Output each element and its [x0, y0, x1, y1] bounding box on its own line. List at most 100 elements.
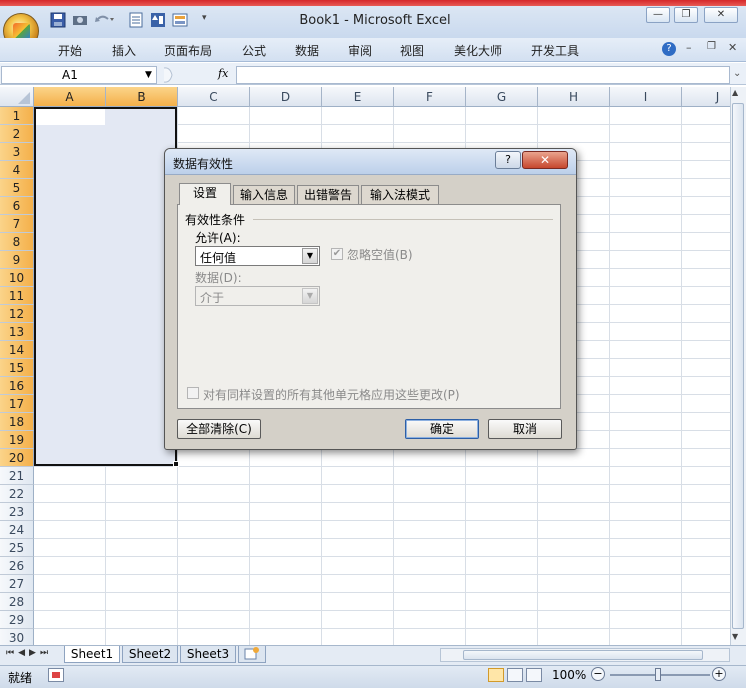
active-cell[interactable]	[36, 109, 105, 125]
tab-view[interactable]: 视图	[400, 42, 424, 59]
page-layout-view-icon[interactable]	[507, 668, 523, 682]
row-header-21[interactable]: 21	[0, 467, 34, 485]
form-icon[interactable]	[128, 12, 144, 28]
tab-beautify-master[interactable]: 美化大师	[454, 42, 502, 59]
row-header-18[interactable]: 18	[0, 413, 34, 431]
row-header-15[interactable]: 15	[0, 359, 34, 377]
sheet-tab-1[interactable]: Sheet1	[64, 646, 120, 663]
sort-icon[interactable]	[150, 12, 166, 28]
zoom-in-icon[interactable]: +	[712, 667, 726, 681]
column-header-e[interactable]: E	[322, 87, 394, 107]
scroll-up-icon[interactable]: ▲	[732, 88, 738, 97]
clear-all-button[interactable]: 全部清除(C)	[177, 419, 261, 439]
cancel-button[interactable]: 取消	[488, 419, 562, 439]
row-header-12[interactable]: 12	[0, 305, 34, 323]
chevron-down-icon[interactable]: ▼	[302, 288, 318, 304]
tab-settings[interactable]: 设置	[179, 183, 231, 205]
vertical-scroll-thumb[interactable]	[732, 103, 744, 629]
save-icon[interactable]	[50, 12, 66, 28]
insert-function-icon[interactable]: fx	[218, 67, 228, 80]
tab-page-layout[interactable]: 页面布局	[164, 42, 212, 59]
row-header-19[interactable]: 19	[0, 431, 34, 449]
chevron-down-icon[interactable]: ▼	[302, 248, 318, 264]
row-header-4[interactable]: 4	[0, 161, 34, 179]
row-header-17[interactable]: 17	[0, 395, 34, 413]
ribbon-minimize-icon[interactable]: –	[686, 41, 692, 54]
horizontal-scrollbar[interactable]	[440, 648, 730, 662]
row-header-6[interactable]: 6	[0, 197, 34, 215]
data-select[interactable]: 介于 ▼	[195, 286, 320, 306]
row-header-13[interactable]: 13	[0, 323, 34, 341]
column-header-f[interactable]: F	[394, 87, 466, 107]
row-header-10[interactable]: 10	[0, 269, 34, 287]
select-all-corner[interactable]	[0, 87, 34, 107]
row-header-29[interactable]: 29	[0, 611, 34, 629]
quick-access-icon[interactable]	[172, 12, 188, 28]
expand-formula-icon[interactable]: ⌄	[733, 68, 741, 79]
row-header-30[interactable]: 30	[0, 629, 34, 645]
column-header-h[interactable]: H	[538, 87, 610, 107]
row-header-20[interactable]: 20	[0, 449, 34, 467]
tab-home[interactable]: 开始	[58, 42, 82, 59]
print-preview-icon[interactable]	[72, 12, 88, 28]
chevron-down-icon[interactable]: ▼	[145, 70, 152, 80]
page-break-view-icon[interactable]	[526, 668, 542, 682]
dialog-help-button[interactable]: ?	[495, 151, 521, 169]
sheet-nav-icon[interactable]: ⏮◀▶⏭	[6, 648, 52, 658]
sheet-tab-2[interactable]: Sheet2	[122, 646, 178, 663]
row-header-25[interactable]: 25	[0, 539, 34, 557]
ribbon-restore-icon[interactable]: ❐	[707, 41, 716, 52]
row-header-23[interactable]: 23	[0, 503, 34, 521]
zoom-slider-thumb[interactable]	[655, 668, 661, 681]
row-header-8[interactable]: 8	[0, 233, 34, 251]
column-header-c[interactable]: C	[178, 87, 250, 107]
insert-sheet-icon[interactable]	[238, 646, 266, 663]
tab-insert[interactable]: 插入	[112, 42, 136, 59]
tab-developer[interactable]: 开发工具	[531, 42, 579, 59]
ok-button[interactable]: 确定	[405, 419, 479, 439]
dialog-close-button[interactable]: ✕	[522, 151, 568, 169]
row-header-28[interactable]: 28	[0, 593, 34, 611]
row-header-2[interactable]: 2	[0, 125, 34, 143]
row-header-7[interactable]: 7	[0, 215, 34, 233]
minimize-button[interactable]: —	[646, 7, 670, 23]
fill-handle[interactable]	[173, 461, 179, 467]
scroll-down-icon[interactable]: ▼	[732, 632, 738, 641]
allow-select[interactable]: 任何值 ▼	[195, 246, 320, 266]
column-header-g[interactable]: G	[466, 87, 538, 107]
apply-all-checkbox[interactable]	[187, 387, 199, 399]
row-header-14[interactable]: 14	[0, 341, 34, 359]
column-header-j[interactable]: J	[682, 87, 730, 107]
row-header-5[interactable]: 5	[0, 179, 34, 197]
horizontal-scroll-thumb[interactable]	[463, 650, 703, 660]
customize-qat-icon[interactable]: ▾	[202, 13, 207, 23]
help-icon[interactable]: ?	[662, 42, 676, 56]
close-window-button[interactable]: ✕	[704, 7, 738, 23]
tab-review[interactable]: 审阅	[348, 42, 372, 59]
normal-view-icon[interactable]	[488, 668, 504, 682]
row-header-24[interactable]: 24	[0, 521, 34, 539]
zoom-out-icon[interactable]: −	[591, 667, 605, 681]
zoom-level[interactable]: 100%	[552, 668, 586, 682]
column-header-d[interactable]: D	[250, 87, 322, 107]
row-header-9[interactable]: 9	[0, 251, 34, 269]
tab-formulas[interactable]: 公式	[242, 42, 266, 59]
tab-data[interactable]: 数据	[295, 42, 319, 59]
row-header-22[interactable]: 22	[0, 485, 34, 503]
row-header-3[interactable]: 3	[0, 143, 34, 161]
column-header-a[interactable]: A	[34, 87, 106, 107]
row-header-1[interactable]: 1	[0, 107, 34, 125]
selected-range[interactable]	[34, 107, 177, 466]
tab-input-message[interactable]: 输入信息	[233, 185, 295, 204]
macro-record-icon[interactable]	[48, 668, 64, 682]
column-header-b[interactable]: B	[106, 87, 178, 107]
formula-input[interactable]	[236, 66, 730, 84]
sheet-tab-3[interactable]: Sheet3	[180, 646, 236, 663]
row-header-26[interactable]: 26	[0, 557, 34, 575]
row-header-16[interactable]: 16	[0, 377, 34, 395]
ribbon-close-icon[interactable]: ✕	[728, 41, 737, 54]
undo-icon[interactable]	[94, 12, 114, 28]
ignore-blank-checkbox[interactable]: ✔	[331, 248, 343, 260]
tab-ime-mode[interactable]: 输入法模式	[361, 185, 439, 204]
tab-error-alert[interactable]: 出错警告	[297, 185, 359, 204]
